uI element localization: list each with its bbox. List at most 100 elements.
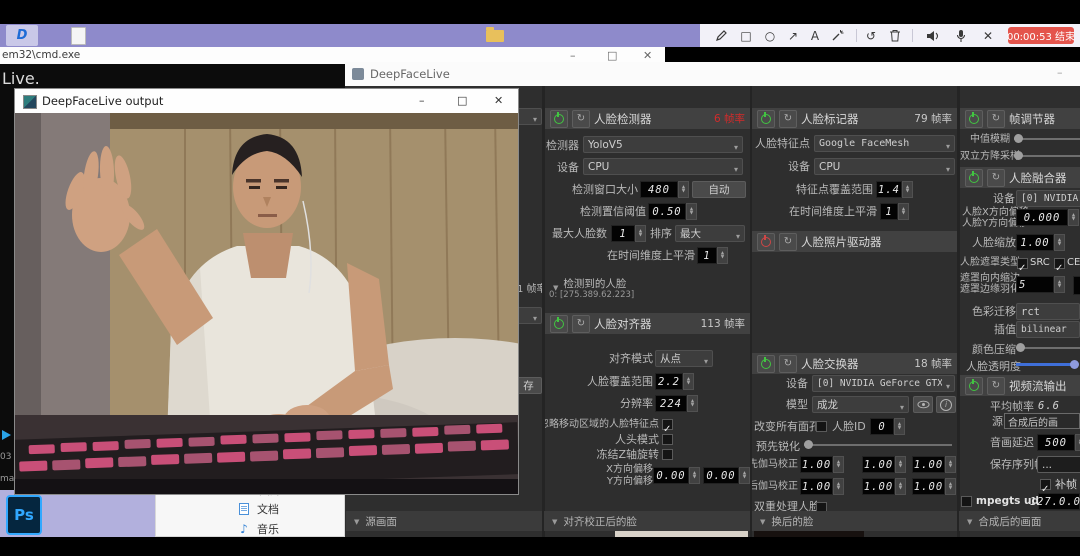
- pregamma-b-spinner[interactable]: 1.00: [912, 456, 956, 473]
- minimize-icon[interactable]: –: [1057, 67, 1063, 78]
- spin-arrows-icon[interactable]: [945, 456, 956, 473]
- merge-device-dropdown[interactable]: [0] NVIDIA: [1016, 190, 1080, 207]
- interpolation-dropdown[interactable]: bilinear: [1016, 321, 1080, 338]
- folder-icon[interactable]: [486, 30, 504, 42]
- face-id-spinner[interactable]: 0: [870, 418, 905, 435]
- microphone-icon[interactable]: [952, 27, 970, 44]
- color-compression-slider[interactable]: [1016, 342, 1080, 353]
- threshold-spinner[interactable]: 0.50: [648, 203, 697, 220]
- spin-arrows-icon[interactable]: [945, 478, 956, 495]
- undo-icon[interactable]: ↺: [862, 27, 880, 44]
- spin-arrows-icon[interactable]: [689, 467, 700, 484]
- power-button[interactable]: [965, 110, 983, 128]
- spin-arrows-icon[interactable]: [898, 203, 909, 220]
- speaker-icon[interactable]: [924, 27, 942, 44]
- reset-button[interactable]: ↻: [779, 355, 797, 373]
- ellipse-icon[interactable]: ○: [761, 27, 779, 44]
- temporal-smooth-spinner[interactable]: 1: [697, 247, 728, 264]
- device-dropdown[interactable]: CPU: [814, 158, 955, 175]
- max-faces-spinner[interactable]: 1: [611, 225, 646, 242]
- align-mode-dropdown[interactable]: 从点: [655, 350, 713, 367]
- source-frame-viewer[interactable]: 源画面: [346, 511, 542, 531]
- face-xy-offset-spinner[interactable]: 0.000: [1016, 209, 1079, 226]
- power-button[interactable]: [757, 233, 775, 251]
- reset-button[interactable]: ↻: [987, 110, 1005, 128]
- av-delay-spinner[interactable]: 500: [1037, 434, 1080, 451]
- record-timer-button[interactable]: 00:00:53 结束: [1008, 27, 1074, 44]
- reset-button[interactable]: ↻: [779, 110, 797, 128]
- face-opacity-slider[interactable]: [1016, 359, 1078, 370]
- power-button[interactable]: [757, 110, 775, 128]
- postgamma-b-spinner[interactable]: 1.00: [912, 478, 956, 495]
- slider-knob[interactable]: [1014, 151, 1023, 160]
- menu-item-documents[interactable]: 文档: [156, 500, 344, 518]
- spin-arrows-icon[interactable]: [717, 247, 728, 264]
- slider-knob[interactable]: [1016, 343, 1025, 352]
- resolution-spinner[interactable]: 224: [655, 395, 698, 412]
- spin-arrows-icon[interactable]: [833, 456, 844, 473]
- spin-arrows-icon[interactable]: [1075, 434, 1080, 451]
- arrow-icon[interactable]: ↗: [784, 27, 802, 44]
- udp-checkbox[interactable]: [961, 496, 972, 507]
- slider-knob[interactable]: [1070, 360, 1079, 369]
- spin-arrows-icon[interactable]: [1054, 276, 1065, 293]
- deepfacelive-logo[interactable]: D: [6, 25, 38, 46]
- rectangle-icon[interactable]: □: [737, 27, 755, 44]
- median-blur-slider[interactable]: [1014, 133, 1080, 144]
- model-dropdown[interactable]: 成龙: [812, 396, 909, 413]
- landmarks-dropdown[interactable]: Google FaceMesh: [814, 135, 955, 152]
- temporal-smooth-spinner[interactable]: 1: [880, 203, 909, 220]
- preview-button[interactable]: [913, 396, 933, 413]
- source-type-box[interactable]: 合成后的画: [1004, 413, 1080, 429]
- text-icon[interactable]: A: [806, 27, 824, 44]
- save-sequence-button[interactable]: ...: [1037, 456, 1080, 473]
- spin-arrows-icon[interactable]: [686, 203, 697, 220]
- window-size-spinner[interactable]: 480: [640, 181, 689, 198]
- face-scale-spinner[interactable]: 1.00: [1016, 234, 1065, 251]
- marker-coverage-spinner[interactable]: 1.4: [876, 181, 913, 198]
- power-button[interactable]: [550, 110, 568, 128]
- x-offset-spinner[interactable]: 0.00: [653, 467, 700, 484]
- head-mode-checkbox[interactable]: [662, 434, 673, 445]
- freeze-z-checkbox[interactable]: [662, 449, 673, 460]
- pregamma-g-spinner[interactable]: 1.00: [862, 456, 906, 473]
- save-button-fragment[interactable]: 存: [515, 377, 542, 394]
- auto-button[interactable]: 自动: [692, 181, 746, 198]
- pregamma-r-spinner[interactable]: 1.00: [800, 456, 844, 473]
- reset-button[interactable]: ↻: [572, 110, 590, 128]
- trash-icon[interactable]: [886, 27, 904, 44]
- ignore-moving-checkbox[interactable]: [662, 419, 673, 430]
- merged-frame-viewer[interactable]: 合成后的画面: [959, 511, 1080, 531]
- info-button[interactable]: i: [936, 396, 956, 413]
- spin-arrows-icon[interactable]: [1068, 209, 1079, 226]
- slider-knob[interactable]: [804, 440, 813, 449]
- all-faces-checkbox[interactable]: [816, 421, 827, 432]
- output-titlebar[interactable]: DeepFaceLive output – □ ✕: [15, 89, 518, 113]
- maximize-icon[interactable]: □: [457, 95, 467, 106]
- close-icon[interactable]: ✕: [979, 27, 997, 44]
- reset-button[interactable]: ↻: [572, 315, 590, 333]
- postgamma-g-spinner[interactable]: 1.00: [862, 478, 906, 495]
- sort-dropdown[interactable]: 最大: [675, 225, 745, 242]
- slider-knob[interactable]: [1014, 134, 1023, 143]
- mask-erode-spinner[interactable]: 5: [1016, 276, 1065, 293]
- spin-arrows-icon[interactable]: [902, 181, 913, 198]
- page-icon[interactable]: [71, 27, 86, 45]
- swap-device-dropdown[interactable]: [0] NVIDIA GeForce GTX: [812, 375, 955, 392]
- udp-address-field[interactable]: 127.0.0.: [1038, 493, 1080, 510]
- pencil-icon[interactable]: [712, 27, 730, 44]
- spin-arrows-icon[interactable]: [678, 181, 689, 198]
- power-button[interactable]: [965, 169, 983, 187]
- reset-button[interactable]: ↻: [779, 233, 797, 251]
- bicubic-slider[interactable]: [1014, 150, 1080, 161]
- spin-arrows-icon[interactable]: [894, 418, 905, 435]
- reset-button[interactable]: ↻: [987, 377, 1005, 395]
- maximize-icon[interactable]: □: [607, 50, 617, 61]
- device-dropdown[interactable]: CPU: [583, 158, 743, 175]
- spin-arrows-icon[interactable]: [895, 456, 906, 473]
- camera-dropdown-fragment[interactable]: [515, 307, 542, 324]
- laser-icon[interactable]: [828, 27, 846, 44]
- close-icon[interactable]: ✕: [643, 50, 652, 61]
- power-button[interactable]: [550, 315, 568, 333]
- spin-arrows-icon[interactable]: [1054, 234, 1065, 251]
